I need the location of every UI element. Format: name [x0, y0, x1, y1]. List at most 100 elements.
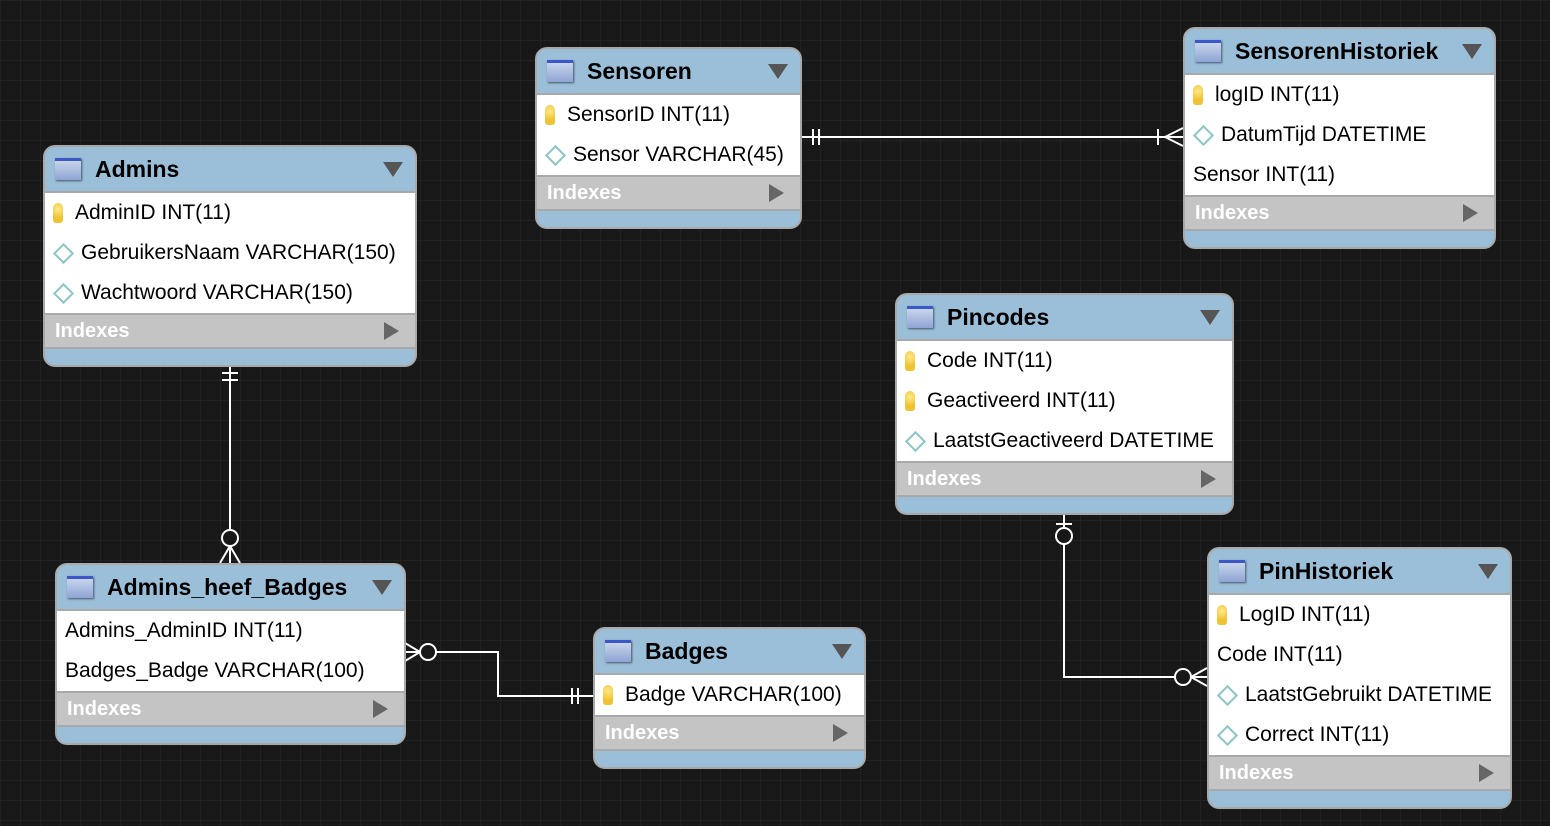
table-pincodes[interactable]: Pincodes Code INT(11) Geactiveerd INT(11) L… [895, 293, 1234, 515]
column-diamond-icon [904, 430, 927, 452]
column-row[interactable]: Geactiveerd INT(11) [897, 381, 1232, 421]
column-label: Badge VARCHAR(100) [625, 683, 842, 706]
indexes-label: Indexes [1219, 761, 1294, 784]
table-pinhistoriek[interactable]: PinHistoriek LogID INT(11) Code INT(11) Laa… [1207, 547, 1512, 809]
indexes-label: Indexes [1195, 201, 1270, 224]
column-row[interactable]: Code INT(11) [897, 341, 1232, 381]
indexes-section[interactable]: Indexes [537, 175, 800, 211]
collapse-triangle-icon[interactable] [768, 63, 788, 79]
collapse-triangle-icon[interactable] [372, 579, 392, 595]
indexes-section[interactable]: Indexes [1209, 755, 1510, 791]
indexes-label: Indexes [605, 721, 680, 744]
column-diamond-icon [1216, 724, 1239, 746]
indexes-label: Indexes [55, 319, 130, 342]
table-sensorenhistoriek[interactable]: SensorenHistoriek logID INT(11) DatumTijd … [1183, 27, 1496, 249]
column-diamond-icon [544, 144, 567, 166]
column-row[interactable]: DatumTijd DATETIME [1185, 115, 1494, 155]
table-header[interactable]: Pincodes [897, 295, 1232, 341]
table-name: PinHistoriek [1259, 557, 1394, 584]
indexes-section[interactable]: Indexes [897, 461, 1232, 497]
table-footer [595, 751, 864, 767]
table-name: SensorenHistoriek [1235, 37, 1439, 64]
column-row[interactable]: Code INT(11) [1209, 635, 1510, 675]
column-label: Sensor VARCHAR(45) [573, 143, 784, 166]
table-icon [67, 576, 93, 598]
table-header[interactable]: Admins_heef_Badges [57, 565, 404, 611]
column-row[interactable]: Sensor INT(11) [1185, 155, 1494, 195]
table-name: Pincodes [947, 303, 1050, 330]
table-icon [55, 158, 81, 180]
expand-triangle-icon[interactable] [373, 700, 388, 718]
expand-triangle-icon[interactable] [1463, 204, 1478, 222]
column-row[interactable]: SensorID INT(11) [537, 95, 800, 135]
collapse-triangle-icon[interactable] [383, 161, 403, 177]
collapse-triangle-icon[interactable] [832, 643, 852, 659]
rel-badges-admins-heef-badges[interactable] [404, 642, 593, 704]
collapse-triangle-icon[interactable] [1462, 43, 1482, 59]
column-label: DatumTijd DATETIME [1221, 123, 1427, 146]
column-row[interactable]: GebruikersNaam VARCHAR(150) [45, 233, 415, 273]
table-footer [1185, 231, 1494, 247]
table-sensoren[interactable]: Sensoren SensorID INT(11) Sensor VARCHAR(4… [535, 47, 802, 229]
column-row[interactable]: Badges_Badge VARCHAR(100) [57, 651, 404, 691]
table-header[interactable]: Admins [45, 147, 415, 193]
rel-sensoren-sensorenhistoriek[interactable] [801, 127, 1184, 147]
column-row[interactable]: LogID INT(11) [1209, 595, 1510, 635]
column-label: Correct INT(11) [1245, 723, 1390, 746]
table-name: Sensoren [587, 57, 692, 84]
rel-admins-admins-heef-badges[interactable] [219, 365, 241, 564]
indexes-section[interactable]: Indexes [595, 715, 864, 751]
table-header[interactable]: PinHistoriek [1209, 549, 1510, 595]
primary-key-icon [1193, 85, 1203, 105]
primary-key-icon [545, 105, 555, 125]
table-footer [45, 349, 415, 365]
expand-triangle-icon[interactable] [1201, 470, 1216, 488]
rel-pincodes-pinhistoriek[interactable] [1055, 513, 1208, 687]
column-row[interactable]: Badge VARCHAR(100) [595, 675, 864, 715]
column-row[interactable]: LaatstGeactiveerd DATETIME [897, 421, 1232, 461]
table-name: Badges [645, 637, 729, 664]
expand-triangle-icon[interactable] [384, 322, 399, 340]
primary-key-icon [603, 685, 613, 705]
column-label: Code INT(11) [1217, 643, 1343, 666]
expand-triangle-icon[interactable] [1479, 764, 1494, 782]
primary-key-icon [53, 203, 63, 223]
column-row[interactable]: logID INT(11) [1185, 75, 1494, 115]
expand-triangle-icon[interactable] [769, 184, 784, 202]
table-header[interactable]: SensorenHistoriek [1185, 29, 1494, 75]
collapse-triangle-icon[interactable] [1478, 563, 1498, 579]
indexes-section[interactable]: Indexes [45, 313, 415, 349]
column-row[interactable]: LaatstGebruikt DATETIME [1209, 675, 1510, 715]
table-footer [897, 497, 1232, 513]
column-label: GebruikersNaam VARCHAR(150) [81, 241, 396, 264]
column-row[interactable]: AdminID INT(11) [45, 193, 415, 233]
table-admins-heef-badges[interactable]: Admins_heef_Badges Admins_AdminID INT(11)… [55, 563, 406, 745]
table-icon [907, 306, 933, 328]
indexes-section[interactable]: Indexes [57, 691, 404, 727]
column-row[interactable]: Correct INT(11) [1209, 715, 1510, 755]
table-icon [1195, 40, 1221, 62]
table-name: Admins_heef_Badges [107, 573, 348, 600]
table-footer [57, 727, 404, 743]
expand-triangle-icon[interactable] [833, 724, 848, 742]
column-label: Geactiveerd INT(11) [927, 389, 1116, 412]
column-diamond-icon [1216, 684, 1239, 706]
column-row[interactable]: Admins_AdminID INT(11) [57, 611, 404, 651]
column-label: LogID INT(11) [1239, 603, 1371, 626]
table-icon [547, 60, 573, 82]
column-label: SensorID INT(11) [567, 103, 730, 126]
table-badges[interactable]: Badges Badge VARCHAR(100) Indexes [593, 627, 866, 769]
indexes-section[interactable]: Indexes [1185, 195, 1494, 231]
column-label: Sensor INT(11) [1193, 163, 1335, 186]
table-admins[interactable]: Admins AdminID INT(11) GebruikersNaam VARC… [43, 145, 417, 367]
table-header[interactable]: Badges [595, 629, 864, 675]
collapse-triangle-icon[interactable] [1200, 309, 1220, 325]
table-header[interactable]: Sensoren [537, 49, 800, 95]
column-row[interactable]: Wachtwoord VARCHAR(150) [45, 273, 415, 313]
indexes-label: Indexes [547, 181, 622, 204]
column-label: logID INT(11) [1215, 83, 1340, 106]
column-row[interactable]: Sensor VARCHAR(45) [537, 135, 800, 175]
column-diamond-icon [52, 282, 75, 304]
column-label: Code INT(11) [927, 349, 1053, 372]
column-label: Badges_Badge VARCHAR(100) [65, 659, 365, 682]
